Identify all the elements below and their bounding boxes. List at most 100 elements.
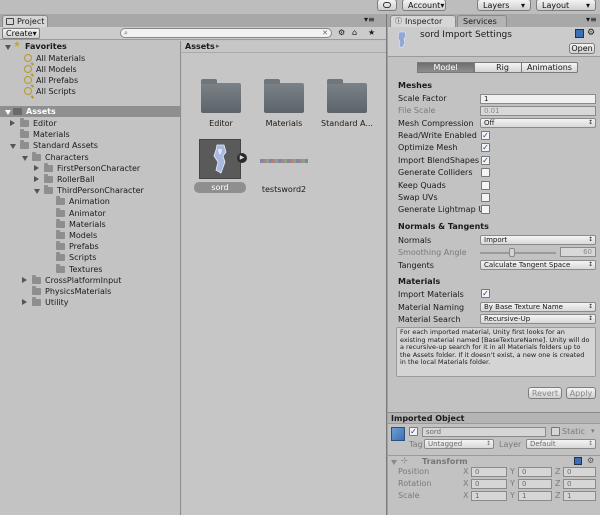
grid-item-label[interactable]: testsword2	[254, 185, 314, 194]
account-dropdown[interactable]: Account ▾	[402, 0, 446, 11]
folder-icon	[56, 219, 65, 228]
option-checkbox[interactable]: ✓	[481, 143, 490, 152]
tree-item-label: ThirdPersonCharacter	[57, 186, 144, 195]
tree-item-folder[interactable]: Models	[0, 230, 180, 241]
search-input[interactable]: ⌕ ✕	[120, 28, 332, 38]
grid-item-label[interactable]: Materials	[254, 119, 314, 128]
scale-factor-field[interactable]: 1	[480, 94, 596, 104]
expand-arrow-icon[interactable]	[22, 299, 30, 305]
tree-item-folder[interactable]: Prefabs	[0, 241, 180, 252]
option-checkbox[interactable]: ✓	[481, 131, 490, 140]
import-materials-checkbox[interactable]: ✓	[481, 289, 490, 298]
gear-icon[interactable]: ⚙	[587, 456, 594, 465]
expand-arrow-icon[interactable]	[22, 277, 30, 283]
menu-icon[interactable]: ▾≡	[586, 15, 597, 24]
layers-label: Layers	[483, 0, 510, 10]
assets-root[interactable]: Assets	[0, 106, 180, 117]
material-naming-label: Material Naming	[398, 303, 465, 312]
expand-arrow-icon[interactable]	[34, 176, 42, 182]
tangents-dropdown[interactable]: Calculate Tangent Space	[480, 260, 596, 270]
tab-animations[interactable]: Animations	[521, 62, 578, 73]
tab-inspector[interactable]: ⓘ Inspector	[390, 15, 456, 27]
axis-x-label: X	[463, 467, 469, 476]
tree-item-folder[interactable]: Editor	[0, 118, 180, 129]
create-button[interactable]: Create ▾	[2, 28, 40, 39]
inspector-panel: ⓘ Inspector Services ▾≡ sord Import Sett…	[388, 14, 600, 515]
book-icon[interactable]	[574, 457, 582, 465]
tab-model[interactable]: Model	[417, 62, 474, 73]
transform-header[interactable]: ⊹ Transform ⚙	[388, 455, 600, 466]
layers-dropdown[interactable]: Layers ▾	[477, 0, 531, 11]
tree-item-folder[interactable]: Characters	[0, 152, 180, 163]
option-checkbox[interactable]	[481, 193, 490, 202]
favorite-item[interactable]: All Prefabs	[0, 75, 180, 86]
layout-dropdown[interactable]: Layout ▾	[536, 0, 596, 11]
tree-item-folder[interactable]: FirstPersonCharacter	[0, 163, 180, 174]
gear-icon[interactable]: ⚙	[587, 28, 595, 38]
material-search-dropdown[interactable]: Recursive-Up	[480, 314, 596, 324]
menu-icon[interactable]: ▾≡	[364, 15, 375, 24]
breadcrumb-assets[interactable]: Assets	[185, 42, 215, 51]
expand-arrow-icon[interactable]	[10, 144, 16, 152]
folder-icon	[13, 106, 22, 115]
folder-icon[interactable]	[327, 79, 367, 113]
scale-factor-label: Scale Factor	[398, 94, 447, 103]
open-button[interactable]: Open	[569, 43, 595, 54]
apply-button[interactable]: Apply	[566, 387, 596, 399]
revert-button[interactable]: Revert	[528, 387, 562, 399]
tag-label: Tag	[409, 440, 423, 449]
mesh-compression-dropdown[interactable]: Off	[480, 118, 596, 128]
project-subbar: Create ▾ ⌕ ✕ ⚙ ⌂ ★	[0, 27, 386, 40]
tree-item-folder[interactable]: PhysicsMaterials	[0, 286, 180, 297]
option-checkbox[interactable]: ✓	[481, 156, 490, 165]
filter-type-icon[interactable]: ⚙	[338, 28, 345, 37]
tab-project[interactable]: Project	[2, 15, 48, 27]
tree-item-folder[interactable]: RollerBall	[0, 174, 180, 185]
option-checkbox[interactable]	[481, 168, 490, 177]
active-checkbox: ✓	[409, 427, 418, 436]
filter-label-icon[interactable]: ⌂	[352, 28, 357, 37]
cloud-button[interactable]	[377, 0, 397, 11]
material-naming-dropdown[interactable]: By Base Texture Name	[480, 302, 596, 312]
model-thumbnail[interactable]	[199, 139, 241, 179]
tree-item-folder[interactable]: Textures	[0, 264, 180, 275]
tree-item-folder[interactable]: Utility	[0, 297, 180, 308]
tree-item-folder[interactable]: Animation	[0, 196, 180, 207]
tree-item-folder[interactable]: Materials	[0, 219, 180, 230]
tree-item-folder[interactable]: Materials	[0, 129, 180, 140]
transform-z-field: 0	[563, 467, 596, 477]
normals-dropdown[interactable]: Import	[480, 235, 596, 245]
expand-arrow-icon[interactable]	[34, 165, 42, 171]
tab-services-label: Services	[463, 17, 497, 26]
tab-services[interactable]: Services	[457, 15, 507, 27]
grid-item-label-selected[interactable]: sord	[194, 182, 246, 193]
favorite-item[interactable]: All Models	[0, 64, 180, 75]
favorite-item[interactable]: All Scripts	[0, 86, 180, 97]
grid-item-label[interactable]: Editor	[191, 119, 251, 128]
option-checkbox[interactable]	[481, 205, 490, 214]
book-icon[interactable]	[575, 29, 584, 38]
folder-icon	[32, 152, 41, 161]
model-file-icon	[397, 31, 407, 49]
tree-item-folder[interactable]: CrossPlatformInput	[0, 275, 180, 286]
tree-item-folder[interactable]: Scripts	[0, 252, 180, 263]
grid-item-label[interactable]: Standard A...	[317, 119, 377, 128]
favorites-header[interactable]: ★ Favorites	[2, 40, 180, 53]
transform-row: Position X 0 Y 0 Z 0	[388, 467, 600, 478]
tree-item-folder[interactable]: Animator	[0, 208, 180, 219]
favorite-star-icon[interactable]: ★	[368, 28, 375, 37]
option-checkbox[interactable]	[481, 181, 490, 190]
clear-icon[interactable]: ✕	[322, 29, 328, 37]
mesh-preview-icon[interactable]	[260, 159, 308, 163]
expand-arrow-icon[interactable]	[5, 110, 11, 118]
favorite-item[interactable]: All Materials	[0, 53, 180, 64]
expand-arrow-icon[interactable]	[5, 45, 11, 53]
assets-root-label: Assets	[26, 107, 56, 116]
folder-icon[interactable]	[201, 79, 241, 113]
tree-item-folder[interactable]: Standard Assets	[0, 140, 180, 151]
folder-icon[interactable]	[264, 79, 304, 113]
play-icon[interactable]: ▶	[237, 153, 247, 163]
tree-item-label: CrossPlatformInput	[45, 276, 122, 285]
expand-arrow-icon[interactable]	[10, 120, 18, 126]
tree-item-folder[interactable]: ThirdPersonCharacter	[0, 185, 180, 196]
